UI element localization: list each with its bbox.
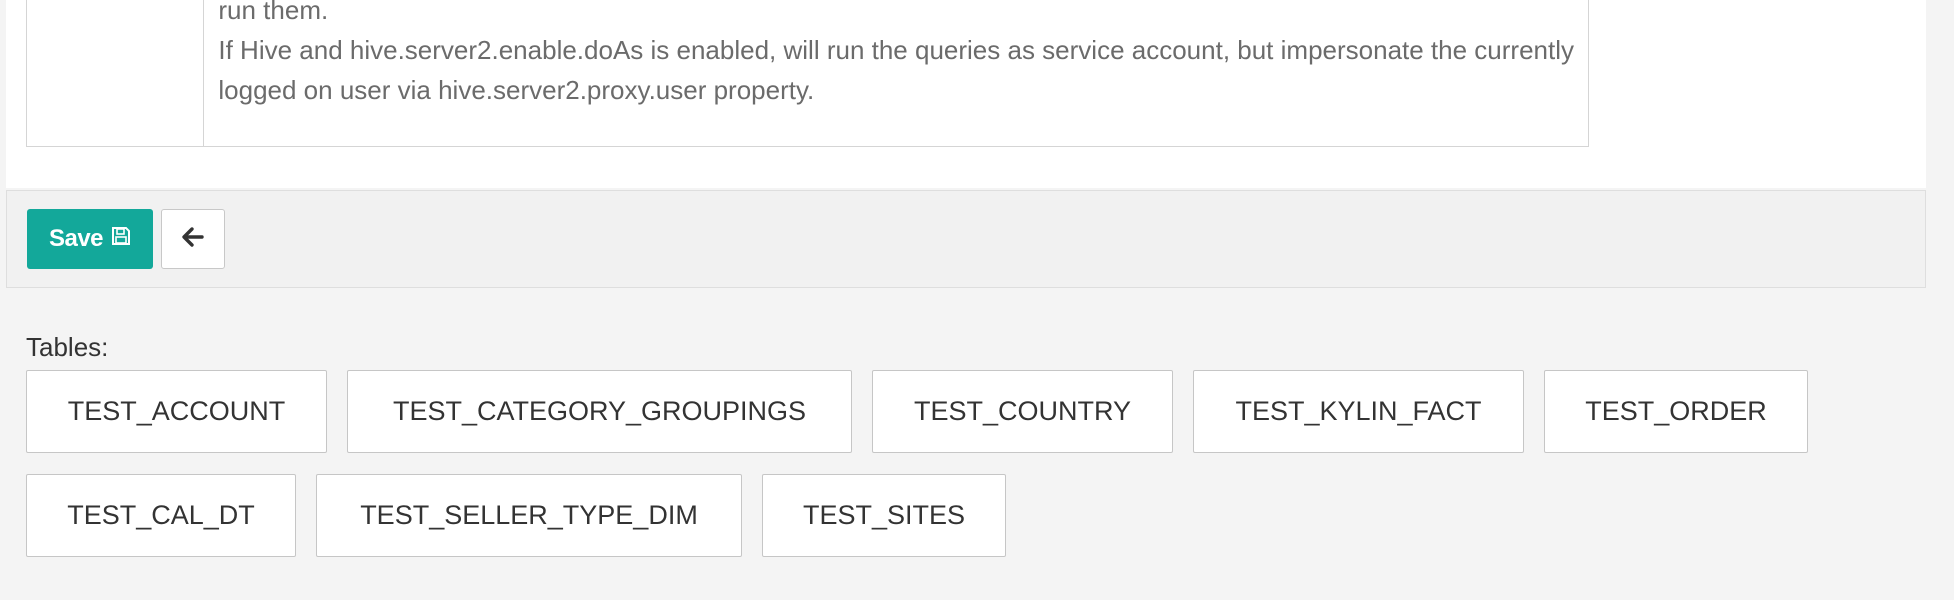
table-button-test-country[interactable]: TEST_COUNTRY bbox=[872, 370, 1173, 453]
table-button-test-kylin-fact[interactable]: TEST_KYLIN_FACT bbox=[1193, 370, 1524, 453]
save-button-label: Save bbox=[48, 225, 104, 252]
tables-label: Tables: bbox=[26, 332, 109, 362]
table-button-test-category-groupings[interactable]: TEST_CATEGORY_GROUPINGS bbox=[347, 370, 852, 453]
description-line: logged on user via hive.server2.proxy.us… bbox=[218, 75, 815, 105]
description-label-cell bbox=[27, 0, 205, 146]
form-toolbar: Save bbox=[6, 190, 1926, 288]
description-line: If Hive and hive.server2.enable.doAs is … bbox=[218, 35, 1574, 65]
table-button-test-sites[interactable]: TEST_SITES bbox=[762, 474, 1006, 557]
table-button-test-seller-type-dim[interactable]: TEST_SELLER_TYPE_DIM bbox=[316, 474, 742, 557]
description-table: run them. If Hive and hive.server2.enabl… bbox=[26, 0, 1589, 147]
description-text-cell: run them. If Hive and hive.server2.enabl… bbox=[204, 0, 1588, 146]
floppy-disk-icon bbox=[111, 225, 131, 253]
description-line: run them. bbox=[218, 0, 329, 25]
settings-panel: run them. If Hive and hive.server2.enabl… bbox=[6, 0, 1926, 188]
arrow-left-icon bbox=[181, 226, 205, 253]
table-button-test-order[interactable]: TEST_ORDER bbox=[1544, 370, 1808, 453]
save-button[interactable]: Save bbox=[27, 209, 153, 269]
table-button-test-cal-dt[interactable]: TEST_CAL_DT bbox=[26, 474, 296, 557]
back-button[interactable] bbox=[161, 209, 225, 269]
table-button-test-account[interactable]: TEST_ACCOUNT bbox=[26, 370, 327, 453]
